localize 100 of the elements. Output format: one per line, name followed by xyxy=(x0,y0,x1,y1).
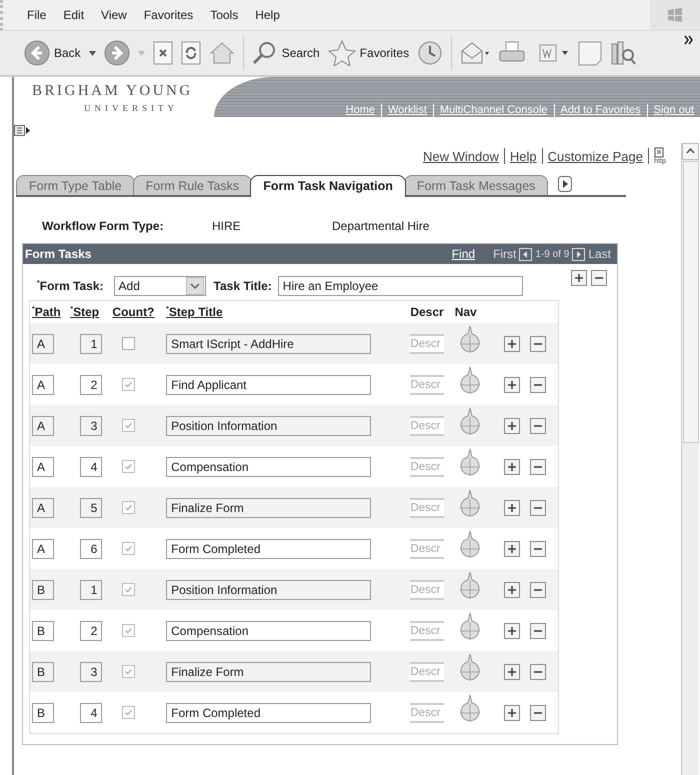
remove-icon[interactable] xyxy=(530,458,546,474)
find-link[interactable]: Find xyxy=(452,247,476,261)
back-button[interactable]: Back xyxy=(24,40,81,66)
menu-item[interactable]: Tools xyxy=(210,8,238,22)
menu-item[interactable]: Favorites xyxy=(144,8,194,22)
column-header[interactable]: $^{*}$Step xyxy=(70,305,100,319)
favorites-button[interactable]: Favorites xyxy=(328,40,410,66)
add-icon[interactable] xyxy=(504,664,520,680)
remove-icon[interactable] xyxy=(530,336,546,352)
search-button[interactable]: Search xyxy=(252,40,320,66)
step-title-field[interactable]: Form Completed xyxy=(166,538,372,558)
column-header[interactable]: $^{*}$Path xyxy=(32,305,61,319)
remove-icon[interactable] xyxy=(530,664,546,680)
count-checkbox[interactable] xyxy=(122,583,136,596)
step-title-field[interactable]: Finalize Form xyxy=(166,662,372,682)
menu-item[interactable]: Help xyxy=(255,8,280,22)
count-checkbox[interactable] xyxy=(122,706,136,719)
next-icon[interactable] xyxy=(572,248,586,260)
path-field[interactable]: A xyxy=(32,456,54,476)
step-field[interactable]: 3 xyxy=(80,662,102,682)
step-title-field[interactable]: Form Completed xyxy=(166,702,372,722)
scrollbar-thumb[interactable] xyxy=(683,161,699,443)
add-icon[interactable] xyxy=(504,336,520,352)
add-icon[interactable] xyxy=(504,500,520,516)
menu-item[interactable]: View xyxy=(101,8,127,22)
step-field[interactable]: 3 xyxy=(80,416,102,436)
add-icon[interactable] xyxy=(504,582,520,598)
tab[interactable]: Form Type Table xyxy=(16,175,135,195)
add-icon[interactable] xyxy=(504,622,520,638)
remove-icon[interactable] xyxy=(530,704,546,720)
path-field[interactable]: B xyxy=(32,620,54,640)
stop-icon[interactable] xyxy=(152,41,173,65)
step-field[interactable]: 6 xyxy=(80,538,102,558)
page-link[interactable]: Customize Page xyxy=(548,148,643,164)
remove-icon[interactable] xyxy=(530,540,546,556)
count-checkbox[interactable] xyxy=(122,501,136,514)
step-field[interactable]: 2 xyxy=(80,374,102,394)
refresh-icon[interactable] xyxy=(180,41,201,65)
step-title-field[interactable]: Compensation xyxy=(166,456,372,476)
add-icon[interactable] xyxy=(504,418,520,434)
chevron-icon[interactable] xyxy=(684,35,694,45)
path-field[interactable]: B xyxy=(32,580,54,600)
scroll-up-icon[interactable] xyxy=(682,143,699,160)
count-checkbox[interactable] xyxy=(122,337,136,350)
count-checkbox[interactable] xyxy=(122,542,136,555)
next-tab-icon[interactable] xyxy=(558,176,572,192)
page-link[interactable]: Help xyxy=(510,148,537,164)
step-field[interactable]: 2 xyxy=(80,620,102,640)
path-field[interactable]: A xyxy=(32,416,54,436)
task-title-field[interactable]: Hire an Employee xyxy=(278,276,523,296)
tab[interactable]: Form Task Navigation xyxy=(250,175,406,197)
research-icon[interactable] xyxy=(610,40,636,66)
page-link[interactable]: New Window xyxy=(423,148,499,164)
step-title-field[interactable]: Position Information xyxy=(166,416,372,436)
add-icon[interactable] xyxy=(571,270,587,286)
tab[interactable]: Form Rule Tasks xyxy=(132,175,252,195)
add-icon[interactable] xyxy=(504,704,520,720)
caret-icon[interactable] xyxy=(88,50,96,56)
form-task-dropdown[interactable]: Add xyxy=(114,276,206,296)
step-field[interactable]: 4 xyxy=(80,702,102,722)
remove-icon[interactable] xyxy=(530,622,546,638)
path-field[interactable]: A xyxy=(32,538,54,558)
step-field[interactable]: 4 xyxy=(80,456,102,476)
note-icon[interactable] xyxy=(578,40,602,66)
path-field[interactable]: B xyxy=(32,662,54,682)
column-header[interactable]: Count? xyxy=(112,305,154,319)
count-checkbox[interactable] xyxy=(122,460,136,473)
path-field[interactable]: B xyxy=(32,702,54,722)
step-title-field[interactable]: Position Information xyxy=(166,580,372,600)
mail-icon[interactable] xyxy=(460,41,490,65)
step-field[interactable]: 1 xyxy=(80,580,102,600)
path-field[interactable]: A xyxy=(32,498,54,518)
add-icon[interactable] xyxy=(504,540,520,556)
document-icon[interactable] xyxy=(654,147,666,158)
step-field[interactable]: 1 xyxy=(80,334,102,354)
remove-icon[interactable] xyxy=(591,270,607,286)
add-icon[interactable] xyxy=(504,376,520,392)
remove-icon[interactable] xyxy=(530,500,546,516)
tab[interactable]: Form Task Messages xyxy=(404,175,548,195)
remove-icon[interactable] xyxy=(530,418,546,434)
history-icon[interactable] xyxy=(417,40,444,66)
path-field[interactable]: A xyxy=(32,374,54,394)
home-icon[interactable] xyxy=(208,41,235,65)
count-checkbox[interactable] xyxy=(122,378,136,391)
step-field[interactable]: 5 xyxy=(80,498,102,518)
menu-item[interactable]: Edit xyxy=(63,8,84,22)
menu-toggle-icon[interactable] xyxy=(14,124,30,136)
column-header[interactable]: $^{*}$Step Title xyxy=(166,305,223,319)
path-field[interactable]: A xyxy=(32,334,54,354)
step-title-field[interactable]: Find Applicant xyxy=(166,374,372,394)
count-checkbox[interactable] xyxy=(122,665,136,678)
step-title-field[interactable]: Compensation xyxy=(166,620,372,640)
count-checkbox[interactable] xyxy=(122,419,136,432)
step-title-field[interactable]: Finalize Form xyxy=(166,498,372,518)
count-checkbox[interactable] xyxy=(122,624,136,637)
menu-item[interactable]: File xyxy=(27,8,46,22)
step-title-field[interactable]: Smart IScript - AddHire xyxy=(166,334,372,354)
previous-icon[interactable] xyxy=(519,248,532,260)
remove-icon[interactable] xyxy=(530,582,546,598)
add-icon[interactable] xyxy=(504,458,520,474)
